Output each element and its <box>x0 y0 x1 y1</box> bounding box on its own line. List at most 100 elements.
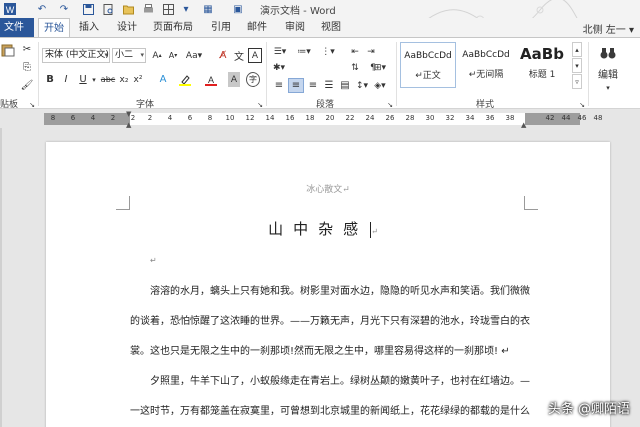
font-name-combo[interactable]: 宋体 (中文正文) ▾ <box>42 48 110 63</box>
distributed-icon[interactable]: ▤ <box>338 78 352 93</box>
document-title: 山中杂感 ↵ <box>268 220 388 238</box>
shading-icon[interactable]: ◈▾ <box>372 78 388 93</box>
document-subtitle: 冰心散文↵ <box>306 185 350 195</box>
underline-icon[interactable]: U <box>76 72 90 87</box>
open-icon[interactable] <box>120 1 136 17</box>
ribbon-tabs: 文件 开始 插入 设计 页面布局 引用 邮件 审阅 视图 北侧 左一 ▾ <box>0 18 640 37</box>
redo-icon[interactable]: ↷ <box>56 1 72 17</box>
body-line: 裳。这也只是无限之生中的一刹那顷!然而无限之生中，哪里容易得这样的一刹那顷! ↵ <box>130 346 510 357</box>
word-logo-icon: W <box>2 1 18 17</box>
bold-icon[interactable]: B <box>44 72 56 87</box>
title-bar: W ↶ ↷ ▾ ▦ ▣ 演示文档 - Word <box>0 0 640 36</box>
borders-icon[interactable]: ⊞▾ <box>372 60 388 75</box>
body-line: 的谈着，恐怕惊醒了这浓睡的世界。——万籁无声，月光下只有深碧的池水，玲珑雪白的衣 <box>130 316 530 327</box>
clipboard-group-label: 贴板 <box>0 100 19 110</box>
style-normal[interactable]: AaBbCcDd ↵正文 <box>400 42 456 88</box>
svg-text:A: A <box>208 75 214 85</box>
horizontal-ruler[interactable]: 8 6 4 2 2 2 4 6 8 10 12 14 16 18 20 22 2… <box>0 110 640 129</box>
left-indent-marker[interactable]: ▲ <box>126 121 131 129</box>
tab-file[interactable]: 文件 <box>0 18 34 37</box>
ribbon: ✂ ⎘ 🖌 贴板 ↘ 宋体 (中文正文) ▾ 小二 ▾ A ▴ A ▾ Aa▾ A̸ 文… <box>0 37 640 110</box>
align-right-icon[interactable]: ≡ <box>306 78 320 93</box>
grow-font-icon[interactable]: A ▴ <box>150 48 164 63</box>
style-no-spacing[interactable]: AaBbCcDd ↵无间隔 <box>458 42 514 88</box>
numbering-icon[interactable]: ≔▾ <box>296 44 312 59</box>
editing-button[interactable]: 编辑 <box>592 66 624 81</box>
chevron-down-icon: ▾ <box>140 51 144 59</box>
font-size-combo[interactable]: 小二 ▾ <box>112 48 146 63</box>
body-line: 一这时节，万有都笼盖在寂寞里，可曾想到北京城里的新闻纸上，花花绿绿的都载的是什么 <box>130 406 530 417</box>
divider <box>396 42 397 106</box>
character-border-icon[interactable]: A <box>248 48 262 63</box>
character-shading-icon[interactable]: A <box>228 72 240 87</box>
italic-icon[interactable]: I <box>60 72 72 87</box>
view-icon[interactable]: ▣ <box>230 1 246 17</box>
chevron-down-icon[interactable]: ▾ <box>598 80 618 95</box>
paragraph-mark: ↵ <box>150 256 157 265</box>
align-center-icon[interactable]: ≡ <box>288 78 304 93</box>
svg-text:W: W <box>6 5 15 15</box>
binoculars-icon[interactable] <box>598 44 618 62</box>
font-group-label: 字体 <box>136 100 155 110</box>
body-line: 夕照里，牛羊下山了，小蚁般缘走在青岩上。绿树丛颠的嫩黄叶子，也衬在红墙边。— <box>150 376 530 387</box>
vertical-scrollbar[interactable] <box>630 128 640 427</box>
increase-indent-icon[interactable]: ⇥ <box>364 44 378 59</box>
tab-design[interactable]: 设计 <box>112 18 142 37</box>
divider <box>266 42 267 106</box>
sort-icon[interactable]: ⇅ <box>348 60 362 75</box>
clear-formatting-icon[interactable]: A̸ <box>216 48 230 63</box>
copy-icon[interactable]: ⎘ <box>20 60 34 75</box>
font-color-icon[interactable]: A <box>204 72 218 87</box>
tab-view[interactable]: 视图 <box>316 18 346 37</box>
document-page[interactable]: 冰心散文↵ 山中杂感 ↵ ↵ 溶溶的水月，螭头上只有她和我。树影里对面水边，隐隐的… <box>46 142 610 427</box>
quick-print-icon[interactable] <box>140 1 156 17</box>
draw-table-icon[interactable]: ▦ <box>200 1 216 17</box>
chinese-layout-icon[interactable]: ✱▾ <box>272 60 286 75</box>
paragraph-group-label: 段落 <box>316 100 335 110</box>
tab-insert[interactable]: 插入 <box>74 18 104 37</box>
paste-icon[interactable] <box>0 42 16 57</box>
tab-page-layout[interactable]: 页面布局 <box>148 18 198 37</box>
divider <box>38 42 39 106</box>
user-account[interactable]: 北侧 左一 ▾ <box>583 21 634 36</box>
align-left-icon[interactable]: ≡ <box>272 78 286 93</box>
line-spacing-icon[interactable]: ↕▾ <box>354 78 370 93</box>
save-icon[interactable] <box>80 1 96 17</box>
styles-group-label: 样式 <box>476 100 495 110</box>
tab-references[interactable]: 引用 <box>206 18 236 37</box>
multilevel-list-icon[interactable]: ⋮▾ <box>320 44 336 59</box>
styles-scroll-up-icon[interactable]: ▴ <box>572 42 582 57</box>
crop-mark <box>116 196 130 210</box>
bullets-icon[interactable]: ☰▾ <box>272 44 288 59</box>
strikethrough-icon[interactable]: abc <box>100 72 116 87</box>
tab-home[interactable]: 开始 <box>38 18 70 37</box>
phonetic-guide-icon[interactable]: 文 <box>232 48 246 63</box>
shrink-font-icon[interactable]: A ▾ <box>166 48 180 63</box>
chevron-down-icon: ▾ <box>104 51 108 59</box>
styles-scroll-down-icon[interactable]: ▾ <box>572 58 582 73</box>
print-preview-icon[interactable] <box>100 1 116 17</box>
change-case-icon[interactable]: Aa▾ <box>186 48 202 63</box>
decrease-indent-icon[interactable]: ⇤ <box>348 44 362 59</box>
watermark-text: 头条 @卿陌语 <box>547 402 630 417</box>
highlight-icon[interactable] <box>178 72 192 87</box>
cut-icon[interactable]: ✂ <box>20 42 34 57</box>
undo-icon[interactable]: ↶ <box>34 1 50 17</box>
crop-mark <box>524 196 538 210</box>
styles-more-icon[interactable]: ▿ <box>572 74 582 89</box>
table-icon[interactable] <box>160 1 176 17</box>
superscript-icon[interactable]: x² <box>132 72 144 87</box>
body-line: 溶溶的水月，螭头上只有她和我。树影里对面水边，隐隐的听见水声和笑语。我们微微 <box>150 286 530 297</box>
text-effects-icon[interactable]: A <box>156 72 170 87</box>
style-heading-1[interactable]: AaBb 标题 1 <box>514 42 570 88</box>
enclose-characters-icon[interactable]: 字 <box>246 72 260 87</box>
chevron-down-icon[interactable]: ▾ <box>90 72 98 87</box>
format-painter-icon[interactable]: 🖌 <box>20 78 34 93</box>
first-line-indent-marker[interactable]: ▼ <box>126 110 131 118</box>
tab-mailings[interactable]: 邮件 <box>242 18 272 37</box>
customize-qat-icon[interactable]: ▾ <box>178 1 194 17</box>
right-indent-marker[interactable]: ▲ <box>521 121 526 129</box>
subscript-icon[interactable]: x₂ <box>118 72 130 87</box>
tab-review[interactable]: 审阅 <box>280 18 310 37</box>
justify-icon[interactable]: ☰ <box>322 78 336 93</box>
